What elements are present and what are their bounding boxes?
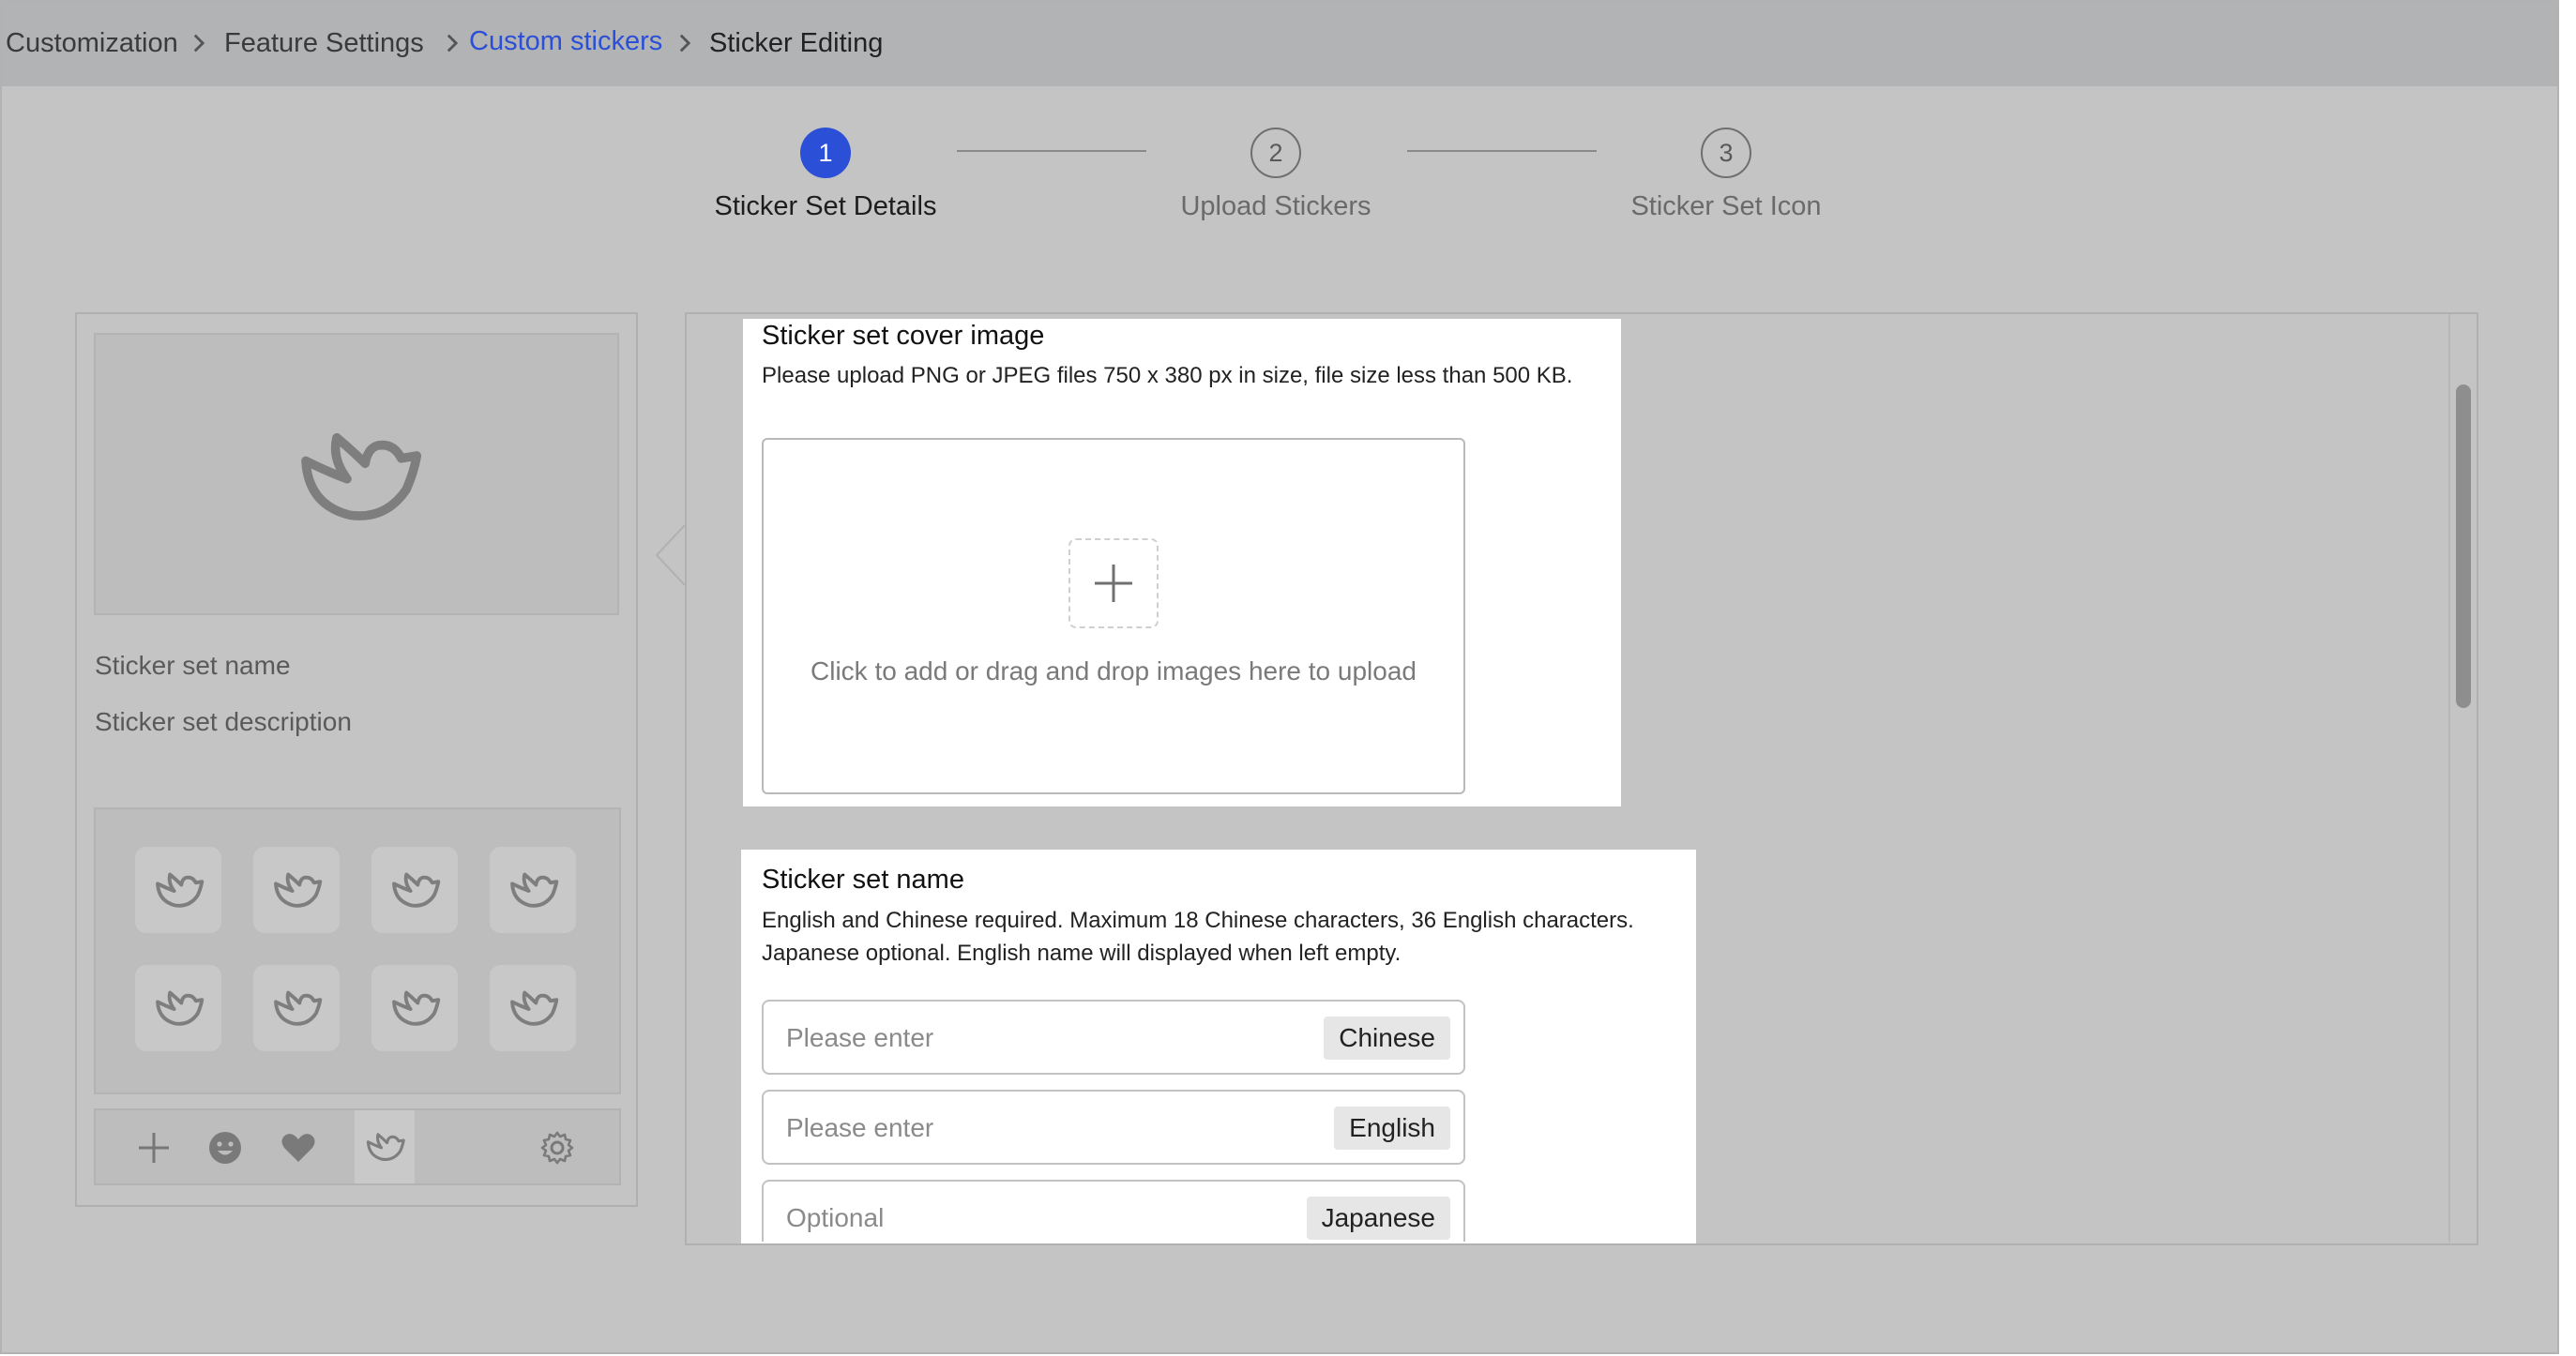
breadcrumb-custom-stickers[interactable]: Custom stickers <box>469 26 662 57</box>
sticker-tile <box>135 847 221 933</box>
preview-pointer <box>655 525 686 585</box>
breadcrumb-current-page: Sticker Editing <box>709 28 884 58</box>
chevron-right-icon <box>672 30 698 56</box>
breadcrumb-customization[interactable]: Customization <box>6 28 178 59</box>
page-overlay: Customization Feature Settings Custom st… <box>0 0 2559 1354</box>
cover-image-requirements: Please upload PNG or JPEG files 750 x 38… <box>762 363 1573 388</box>
upload-hint: Click to add or drag and drop images her… <box>811 656 1417 686</box>
step-3-label: Sticker Set Icon <box>1630 191 1822 221</box>
sticker-panel-toolbar <box>94 1108 621 1185</box>
plus-icon <box>1095 565 1132 602</box>
smiley-icon[interactable] <box>205 1127 246 1168</box>
step-2-label: Upload Stickers <box>1180 191 1371 221</box>
heart-icon[interactable] <box>278 1127 319 1168</box>
chevron-right-icon <box>439 30 465 56</box>
name-input-english[interactable] <box>784 1108 1276 1148</box>
preview-set-description: Sticker set description <box>95 707 352 736</box>
name-field-english: English <box>762 1090 1465 1165</box>
sticker-bird-icon <box>270 869 323 911</box>
sticker-tile <box>371 965 458 1051</box>
breadcrumb-feature-settings[interactable]: Feature Settings <box>224 28 424 59</box>
set-name-title: Sticker set name <box>762 865 964 895</box>
step-3-indicator: 3 <box>1701 128 1751 178</box>
sticker-grid-preview <box>94 807 621 1094</box>
sticker-tile <box>490 965 576 1051</box>
set-name-requirements-line2: Japanese optional. English name will dis… <box>762 941 1402 966</box>
sticker-bird-icon <box>293 425 422 528</box>
step-connector <box>957 150 1146 152</box>
step-connector <box>1407 150 1597 152</box>
gear-icon[interactable] <box>537 1127 578 1168</box>
chevron-right-icon <box>186 30 212 56</box>
scrollbar-thumb[interactable] <box>2456 384 2471 708</box>
sticker-tile <box>253 965 340 1051</box>
language-tag-chinese: Chinese <box>1324 1017 1450 1060</box>
sticker-bird-icon <box>507 987 559 1029</box>
upload-button[interactable] <box>1068 538 1159 628</box>
name-input-chinese[interactable] <box>784 1018 1276 1058</box>
sticker-tile <box>490 847 576 933</box>
sticker-bird-icon <box>388 869 441 911</box>
language-tag-english: English <box>1334 1107 1450 1150</box>
sticker-bird-icon[interactable] <box>355 1110 415 1183</box>
cover-image-preview <box>94 333 619 615</box>
plus-icon[interactable] <box>133 1127 174 1168</box>
sticker-bird-icon <box>152 869 205 911</box>
preview-set-name: Sticker set name <box>95 651 291 680</box>
step-2-indicator: 2 <box>1250 128 1301 178</box>
breadcrumb: Customization Feature Settings Custom st… <box>2 2 2557 86</box>
language-tag-japanese: Japanese <box>1306 1197 1450 1240</box>
name-input-japanese[interactable] <box>784 1198 1276 1238</box>
sticker-tile <box>135 965 221 1051</box>
set-name-requirements-line1: English and Chinese required. Maximum 18… <box>762 908 1634 933</box>
sticker-bird-icon <box>152 987 205 1029</box>
cover-image-title: Sticker set cover image <box>762 321 1045 351</box>
sticker-bird-icon <box>270 987 323 1029</box>
sticker-tile <box>253 847 340 933</box>
sticker-bird-icon <box>388 987 441 1029</box>
name-field-chinese: Chinese <box>762 1000 1465 1075</box>
name-field-japanese: Japanese <box>762 1180 1465 1242</box>
step-1-label: Sticker Set Details <box>714 191 937 221</box>
sticker-tile <box>371 847 458 933</box>
step-1-indicator: 1 <box>800 128 851 178</box>
sticker-bird-icon <box>507 869 559 911</box>
